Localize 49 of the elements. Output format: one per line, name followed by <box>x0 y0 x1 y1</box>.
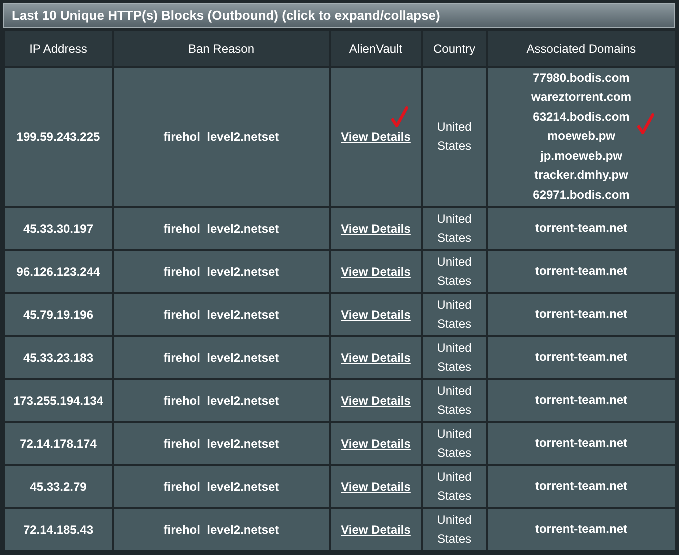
domain-text: jp.moeweb.pw <box>540 148 622 165</box>
table-cell: 45.79.19.196 <box>4 293 113 336</box>
domain-text: torrent-team.net <box>535 520 628 538</box>
table-cell: firehol_level2.netset <box>113 508 330 551</box>
domain-text: tracker.dmhy.pw <box>534 167 628 184</box>
domain-text: 62971.bodis.com <box>533 186 630 204</box>
table-cell: firehol_level2.netset <box>113 465 330 508</box>
table-cell: 72.14.178.174 <box>4 422 113 465</box>
table-cell: firehol_level2.netset <box>113 250 330 293</box>
table-cell: United States <box>422 336 487 379</box>
table-cell: United States <box>422 207 487 250</box>
domain-text: 63214.bodis.com <box>533 108 630 126</box>
column-header: Associated Domains <box>487 30 676 67</box>
table-cell: 199.59.243.225 <box>4 67 113 207</box>
domain-text: torrent-team.net <box>535 348 628 366</box>
table-cell: firehol_level2.netset <box>113 207 330 250</box>
view-details-link[interactable]: View Details <box>341 130 411 144</box>
table-cell: firehol_level2.netset <box>113 293 330 336</box>
table-cell: United States <box>422 67 487 207</box>
table-cell: United States <box>422 465 487 508</box>
table-cell: 173.255.194.134 <box>4 379 113 422</box>
column-header: IP Address <box>4 30 113 67</box>
table-cell: United States <box>422 508 487 551</box>
column-header: Ban Reason <box>113 30 330 67</box>
table-cell: firehol_level2.netset <box>113 422 330 465</box>
table-cell: firehol_level2.netset <box>113 379 330 422</box>
table-cell: United States <box>422 379 487 422</box>
table-cell: firehol_level2.netset <box>113 336 330 379</box>
table-cell: United States <box>422 250 487 293</box>
table-cell: 72.14.185.43 <box>4 508 113 551</box>
domain-text: wareztorrent.com <box>531 89 632 106</box>
domain-text: moeweb.pw <box>547 128 616 146</box>
table-cell: 96.126.123.244 <box>4 250 113 293</box>
table-cell: firehol_level2.netset <box>113 67 330 207</box>
domain-text: torrent-team.net <box>535 392 628 409</box>
table-cell: 45.33.2.79 <box>4 465 113 508</box>
column-header: AlienVault <box>330 30 422 67</box>
table-cell: United States <box>422 422 487 465</box>
table-cell: 45.33.23.183 <box>4 336 113 379</box>
panel-header[interactable]: Last 10 Unique HTTP(s) Blocks (Outbound) (click to expand/collapse) <box>3 3 675 28</box>
domain-text: torrent-team.net <box>535 478 628 495</box>
domain-text: torrent-team.net <box>535 262 628 280</box>
domain-text: torrent-team.net <box>535 306 628 323</box>
domain-text: torrent-team.net <box>535 220 628 237</box>
domain-text: 77980.bodis.com <box>533 70 630 87</box>
table-cell: 45.33.30.197 <box>4 207 113 250</box>
column-header: Country <box>422 30 487 67</box>
domain-text: torrent-team.net <box>535 434 628 452</box>
table-cell: United States <box>422 293 487 336</box>
